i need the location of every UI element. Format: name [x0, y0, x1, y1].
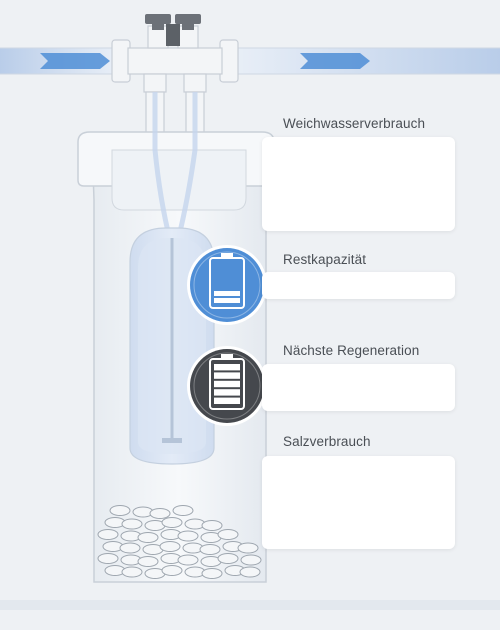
salt-tablet: [172, 505, 194, 516]
remaining-capacity-card: [262, 272, 455, 299]
salt-consumption-label: Salzverbrauch: [283, 434, 371, 449]
salt-tablet: [239, 566, 261, 578]
battery-segment-filled: [214, 380, 240, 388]
salt-tablet: [177, 530, 199, 542]
salt-tablet: [237, 542, 259, 554]
salt-tablet: [97, 553, 119, 564]
salt-tablet: [137, 556, 159, 567]
inlet-flow-arrow-icon: [40, 53, 110, 69]
salt-tablet: [121, 518, 143, 530]
salt-tablet: [109, 505, 131, 516]
salt-tablet: [121, 566, 143, 578]
salt-tablet: [161, 565, 183, 576]
salt-tablet: [97, 529, 119, 540]
salt-tablet: [119, 542, 141, 554]
remaining-capacity-label: Restkapazität: [283, 252, 367, 267]
salt-tablet: [240, 554, 262, 566]
outlet-pipe: [230, 47, 500, 75]
salt-tablet: [159, 541, 181, 552]
regeneration-battery-icon: [187, 346, 267, 426]
battery-segment-filled: [214, 372, 240, 379]
battery-segment-filled: [214, 364, 240, 371]
battery-segment-filled: [214, 389, 240, 396]
battery-segment-filled: [214, 291, 240, 296]
salt-consumption-card: [262, 456, 455, 549]
capacity-battery-icon: [187, 245, 267, 325]
inlet-pipe: [0, 47, 118, 75]
salt-tablet: [217, 553, 239, 564]
outlet-flow-arrow-icon: [300, 53, 370, 69]
salt-tablet: [137, 532, 159, 543]
salt-tablet: [161, 517, 183, 528]
soft-water-label: Weichwasserverbrauch: [283, 116, 426, 131]
next-regeneration-label: Nächste Regeneration: [283, 343, 420, 358]
salt-tablet: [201, 520, 223, 531]
floor-shadow: [0, 600, 500, 610]
battery-segment-filled: [214, 397, 240, 404]
salt-tablet: [201, 568, 223, 579]
soft-water-card: [262, 137, 455, 231]
salt-tablet: [217, 529, 239, 540]
salt-tablet: [199, 544, 221, 555]
salt-tablet: [149, 508, 171, 519]
next-regeneration-card: [262, 364, 455, 411]
salt-tablet: [177, 554, 199, 566]
battery-segment-filled: [214, 298, 240, 303]
